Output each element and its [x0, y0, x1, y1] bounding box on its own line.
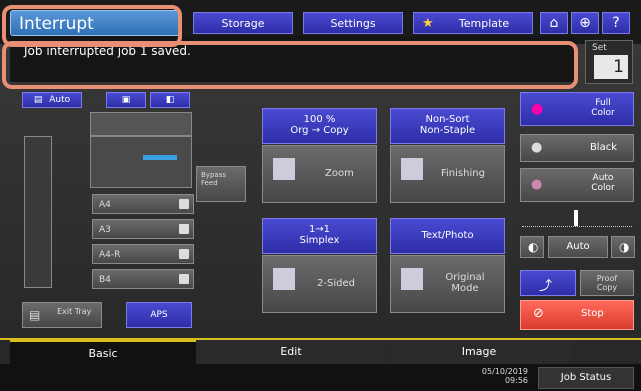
- original-mode-icon: [401, 268, 423, 290]
- help-icon[interactable]: ?: [602, 12, 630, 34]
- density-auto-button[interactable]: Auto: [548, 236, 608, 258]
- highlight-message: [2, 41, 578, 89]
- tray-label: B4: [99, 275, 111, 285]
- zoom-org-copy: Org → Copy: [290, 125, 349, 136]
- stop-icon: ⊘: [533, 306, 544, 321]
- black-button[interactable]: ● Black: [520, 134, 634, 162]
- proof-mode-button[interactable]: ⤴: [520, 270, 576, 296]
- zoom-icon: [273, 158, 295, 180]
- 2-sided-label: 2-Sided: [317, 278, 355, 289]
- tab-basic-label: Basic: [88, 347, 118, 360]
- full-color-button[interactable]: ● Full Color: [520, 92, 634, 126]
- original-mode-label: Original Mode: [445, 272, 485, 294]
- tray-label: A4-R: [99, 250, 121, 260]
- mode-info: Text/Photo: [390, 218, 505, 254]
- proof-arrow-icon: ⤴: [539, 279, 553, 294]
- half-moon-dark-icon: ◑: [619, 240, 630, 254]
- set-label: Set: [592, 43, 607, 53]
- stop-label: Stop: [581, 308, 604, 319]
- black-icon: ●: [531, 140, 543, 155]
- zoom-label: Zoom: [325, 168, 354, 179]
- tray-label: A4: [99, 200, 111, 210]
- status-time: 09:56: [504, 376, 528, 385]
- tab-image-label: Image: [461, 345, 497, 358]
- aps-button[interactable]: APS: [126, 302, 192, 328]
- zoom-ratio: 100 %: [303, 114, 336, 125]
- density-slider-handle[interactable]: [574, 210, 578, 226]
- bypass-feed-button[interactable]: Bypass Feed: [196, 166, 246, 202]
- globe-icon[interactable]: ⊕: [571, 12, 599, 34]
- status-datetime: 05/10/2019 09:56: [460, 367, 528, 385]
- set-counter[interactable]: Set 1: [585, 40, 633, 84]
- original-mode-status: Text/Photo: [421, 230, 474, 241]
- tray-a4-r[interactable]: A4-R: [92, 244, 194, 264]
- density-lighter-button[interactable]: ◐: [520, 236, 544, 258]
- sided-info: 1→1 Simplex: [262, 218, 377, 254]
- aps-label: APS: [150, 310, 168, 320]
- tray-label: A3: [99, 225, 111, 235]
- exit-tray-button[interactable]: ▤ Exit Tray: [22, 302, 102, 328]
- density-scale[interactable]: [522, 210, 632, 227]
- black-label: Black: [589, 142, 617, 153]
- tray-a3[interactable]: A3: [92, 219, 194, 239]
- portrait-icon: ▣: [121, 95, 131, 105]
- tab-edit[interactable]: Edit: [198, 340, 384, 364]
- finishing-label: Finishing: [441, 168, 485, 179]
- paper-icon: [179, 249, 189, 259]
- set-value: 1: [594, 55, 628, 79]
- sided-status: 1→1 Simplex: [299, 224, 340, 246]
- finishing-icon: [401, 158, 423, 180]
- zoom-button[interactable]: Zoom: [262, 145, 377, 203]
- paper-icon: [179, 274, 189, 284]
- density-auto-label: Auto: [566, 241, 590, 252]
- home-icon[interactable]: ⌂: [540, 12, 568, 34]
- tray-b4[interactable]: B4: [92, 269, 194, 289]
- landscape-icon: ◧: [165, 95, 175, 105]
- paper-icon: [179, 199, 189, 209]
- stop-button[interactable]: ⊘ Stop: [520, 300, 634, 330]
- auto-color-icon: ●: [531, 177, 543, 192]
- proof-copy-button[interactable]: Proof Copy: [580, 270, 634, 296]
- document-icon: ▤: [33, 95, 43, 105]
- tray-a4[interactable]: A4: [92, 194, 194, 214]
- proof-copy-label: Proof Copy: [596, 274, 618, 292]
- full-color-icon: ●: [531, 101, 544, 117]
- star-icon: ★: [422, 16, 434, 31]
- copier-screen: Interrupt Storage Settings ★ Template ⌂ …: [0, 0, 641, 391]
- portrait-button[interactable]: ▣: [106, 92, 146, 108]
- 2-sided-button[interactable]: 2-Sided: [262, 255, 377, 313]
- density-darker-button[interactable]: ◑: [611, 236, 635, 258]
- tab-basic[interactable]: Basic: [10, 340, 196, 366]
- finishing-button[interactable]: Finishing: [390, 145, 505, 203]
- auto-color-button[interactable]: ● Auto Color: [520, 168, 634, 202]
- tab-storage[interactable]: Storage: [193, 12, 293, 34]
- zoom-info: 100 % Org → Copy: [262, 108, 377, 144]
- tab-settings[interactable]: Settings: [303, 12, 403, 34]
- bypass-feed-label: Bypass Feed: [201, 171, 226, 187]
- paper-icon: [179, 224, 189, 234]
- landscape-button[interactable]: ◧: [150, 92, 190, 108]
- tab-template[interactable]: ★ Template: [413, 12, 533, 34]
- full-color-label: Full Color: [591, 98, 615, 118]
- exit-tray-icon: ▤: [29, 308, 41, 322]
- tab-template-label: Template: [458, 17, 510, 30]
- original-mode-button[interactable]: Original Mode: [390, 255, 505, 313]
- auto-orientation-label: Auto: [49, 95, 71, 105]
- tab-edit-label: Edit: [280, 345, 302, 358]
- auto-color-label: Auto Color: [591, 173, 615, 193]
- auto-orientation-button[interactable]: ▤ Auto: [22, 92, 82, 108]
- half-moon-light-icon: ◐: [528, 240, 539, 254]
- finishing-status: Non-Sort Non-Staple: [419, 114, 476, 136]
- status-date: 05/10/2019: [481, 367, 528, 376]
- tab-image[interactable]: Image: [386, 340, 572, 364]
- job-status-label: Job Status: [560, 372, 612, 383]
- finishing-info: Non-Sort Non-Staple: [390, 108, 505, 144]
- job-status-button[interactable]: Job Status: [538, 367, 634, 389]
- 2-sided-icon: [273, 268, 295, 290]
- exit-tray-label: Exit Tray: [57, 307, 92, 316]
